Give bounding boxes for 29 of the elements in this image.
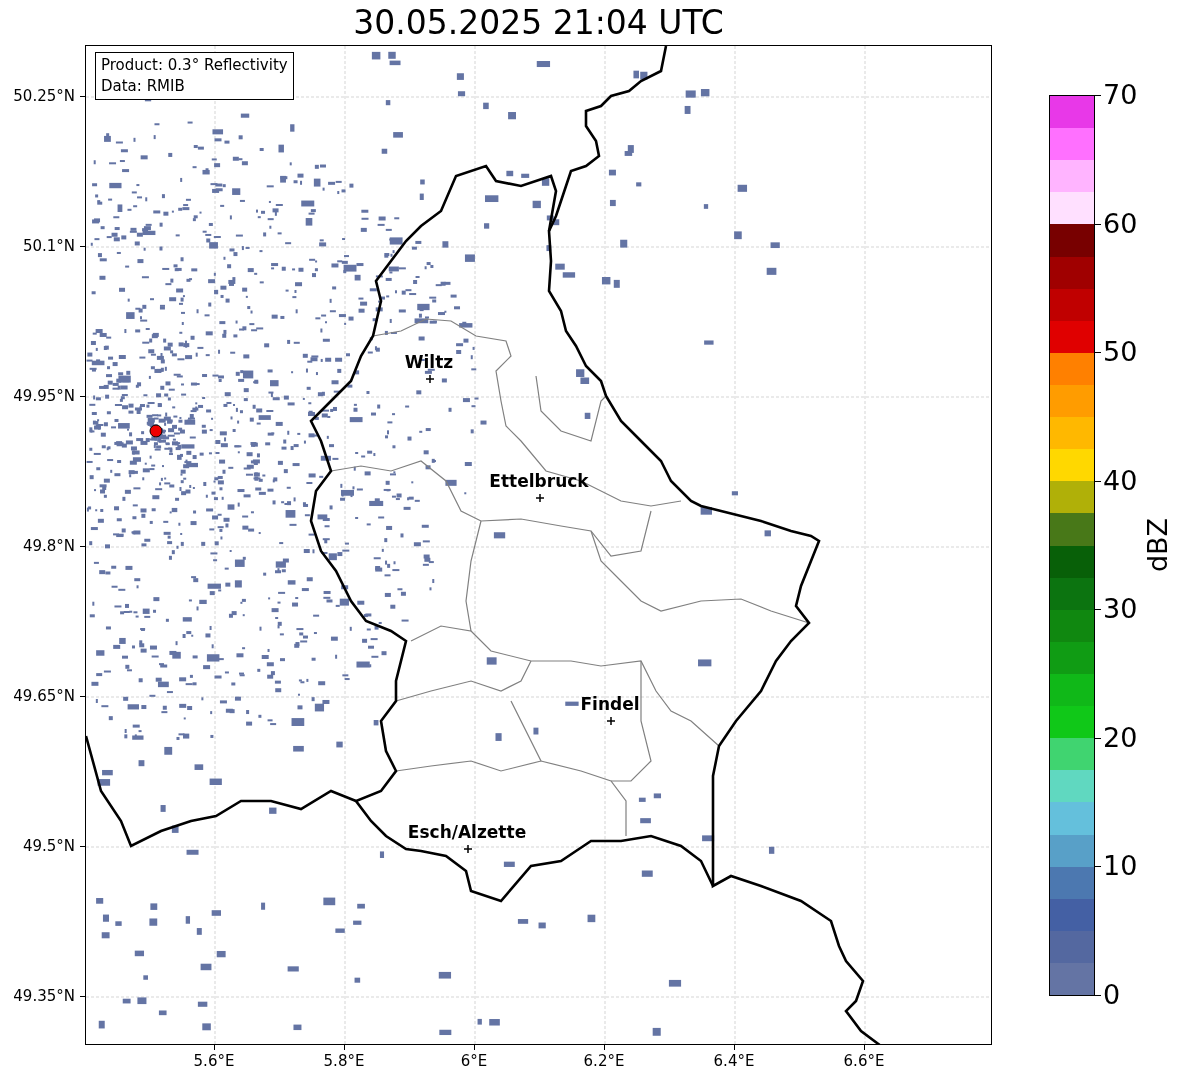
- colorbar-tick-label: 70: [1103, 80, 1138, 110]
- latitude-label: 49.8°N: [22, 537, 75, 555]
- colorbar-tick-label: 60: [1103, 208, 1138, 239]
- legend-text: Product: 0.3° Reflectivity: [101, 55, 288, 76]
- colorbar-tick-label: 40: [1103, 465, 1138, 496]
- latitude-label: 49.5°N: [22, 837, 75, 855]
- city-label: Findel: [580, 694, 640, 714]
- latitude-label: 50.25°N: [13, 87, 75, 105]
- colorbar-tick-label: 30: [1103, 594, 1138, 625]
- latitude-label: 49.65°N: [13, 687, 75, 705]
- latitude-label: 49.35°N: [13, 987, 75, 1005]
- longitude-label: 6.6°E: [843, 1052, 885, 1070]
- longitude-label: 6°E: [460, 1052, 488, 1070]
- colorbar-tick-label: 20: [1103, 722, 1138, 753]
- longitude-label: 5.8°E: [323, 1052, 365, 1070]
- longitude-label: 6.2°E: [583, 1052, 625, 1070]
- latitude-label: 49.95°N: [13, 387, 75, 405]
- city-label: Wiltz: [404, 352, 454, 372]
- colorbar-label: dBZ: [1143, 517, 1174, 573]
- legend-text: Data: RMIB: [101, 76, 186, 97]
- latitude-label: 50.1°N: [22, 237, 75, 255]
- city-label: Ettelbruck: [489, 471, 589, 491]
- chart-title: 30.05.2025 21:04 UTC: [353, 2, 724, 43]
- city-label: Esch/Alzette: [407, 822, 527, 842]
- longitude-label: 6.4°E: [713, 1052, 755, 1070]
- colorbar-tick-label: 0: [1103, 980, 1121, 1010]
- colorbar-tick-label: 10: [1103, 851, 1138, 882]
- longitude-label: 5.6°E: [193, 1052, 235, 1070]
- colorbar-tick-label: 50: [1103, 337, 1138, 368]
